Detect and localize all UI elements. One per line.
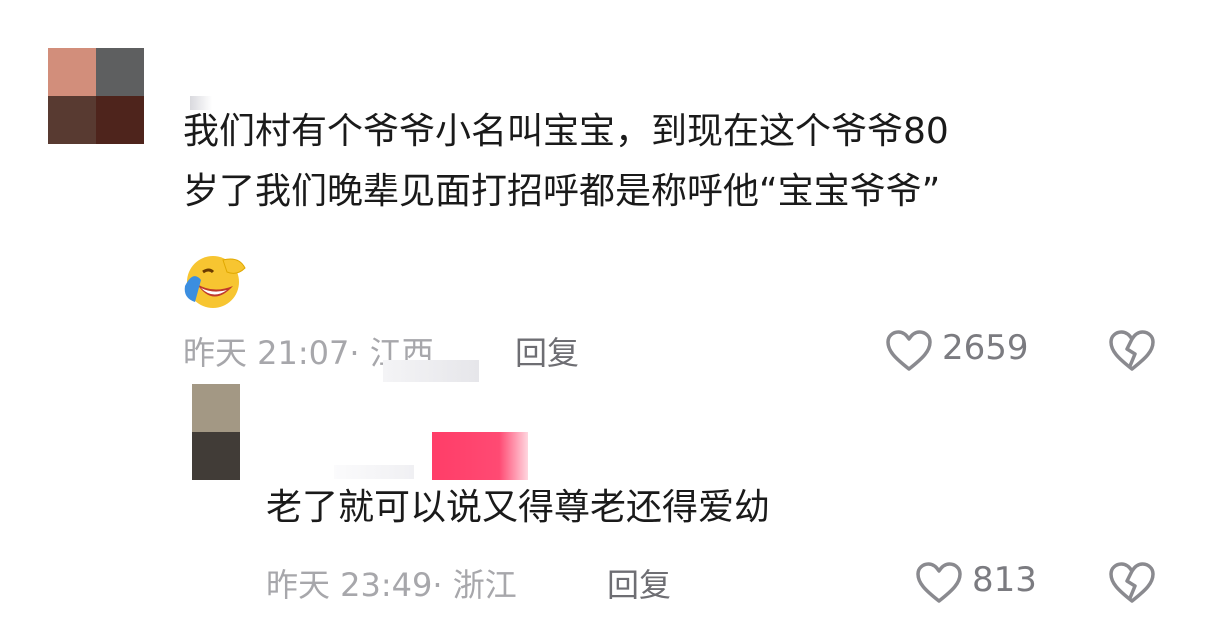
broken-heart-icon[interactable] [1108, 330, 1156, 372]
like-count: 813 [972, 560, 1037, 600]
comment-text: 老了就可以说又得尊老还得爱幼 [266, 487, 771, 528]
avatar[interactable] [192, 384, 240, 480]
reply-button[interactable]: 回复 [607, 560, 671, 606]
avatar-pixel [96, 96, 144, 144]
avatar-pixel [192, 432, 240, 480]
redacted-username [432, 432, 528, 480]
avatar[interactable] [48, 48, 144, 144]
comment-text-line: 岁了我们晚辈见面打招呼都是称呼他“宝宝爷爷” [183, 171, 941, 212]
avatar-pixel [48, 48, 96, 96]
heart-icon[interactable] [915, 562, 963, 604]
avatar-pixel [48, 96, 96, 144]
avatar-pixel [192, 384, 240, 432]
laughing-crying-emoji [184, 256, 246, 308]
comment-text-line: 我们村有个爷爷小名叫宝宝，到现在这个爷爷80 [183, 111, 949, 152]
comment-location: · 浙江 [432, 566, 517, 604]
comment-text: 我们村有个爷爷小名叫宝宝，到现在这个爷爷80 岁了我们晚辈见面打招呼都是称呼他“… [183, 108, 949, 216]
redacted-username [334, 465, 414, 479]
heart-icon[interactable] [885, 330, 933, 372]
avatar-pixel [96, 48, 144, 96]
reply-button[interactable]: 回复 [515, 328, 579, 374]
like-count: 2659 [942, 328, 1029, 368]
redacted-region [383, 360, 479, 382]
comment-meta: 昨天 23:49· 浙江 [266, 560, 517, 606]
comment-time: 昨天 23:49 [266, 566, 433, 604]
broken-heart-icon[interactable] [1108, 562, 1156, 604]
comment-time: 昨天 21:07 [183, 334, 350, 372]
